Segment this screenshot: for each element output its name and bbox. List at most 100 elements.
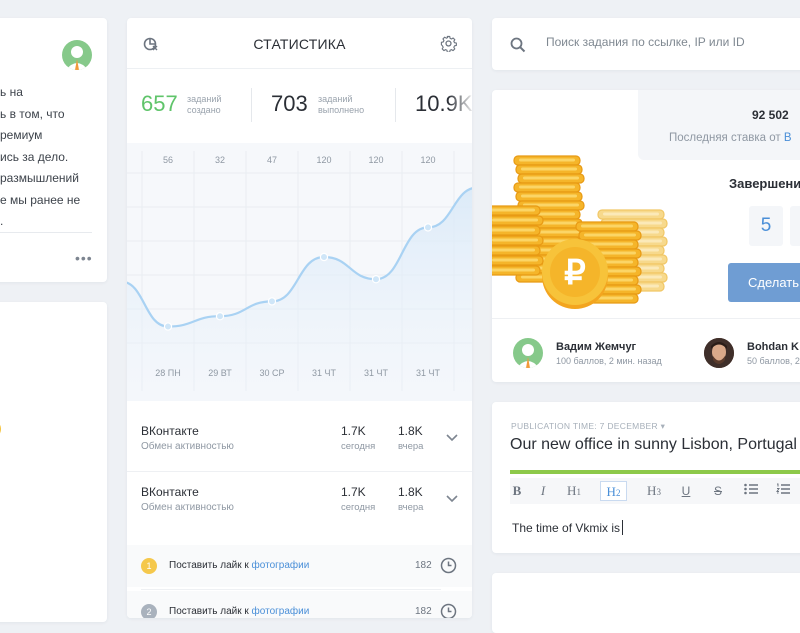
- publication-time-select[interactable]: PUBLICATION TIME: 7 DECEMBER ▾: [511, 421, 665, 432]
- coin-icon: [492, 235, 544, 246]
- strike-button[interactable]: S: [710, 481, 726, 501]
- search-input[interactable]: [546, 35, 796, 49]
- coin-icon: [513, 182, 581, 193]
- last-bid-prefix: Последняя ставка от: [669, 132, 784, 144]
- bidder-meta: 50 баллов, 2 мин. назад: [747, 356, 800, 366]
- task-count: 182: [415, 560, 432, 571]
- divider: [127, 471, 472, 472]
- chart-top-label: 47: [267, 155, 277, 165]
- h3-button[interactable]: H3: [642, 481, 666, 501]
- make-bid-button[interactable]: Сделать: [728, 263, 800, 302]
- task-link[interactable]: фотографии: [252, 606, 310, 617]
- chart-top-label: 120: [316, 155, 331, 165]
- editor-body[interactable]: The time of Vkmix is: [512, 520, 624, 535]
- stats-header: СТАТИСТИКА: [127, 18, 472, 69]
- editor-toolbar: B I H1 H2 H3 U S: [510, 478, 800, 504]
- kpi-value: 10.9K: [415, 91, 472, 116]
- italic-button[interactable]: I: [536, 481, 550, 501]
- coin-icon: [492, 265, 541, 276]
- statistics-card: СТАТИСТИКА 657 заданий создано 703 задан…: [127, 18, 472, 618]
- chart-x-tick-label: 30 СР: [259, 368, 284, 378]
- coin-icon: [492, 255, 544, 266]
- yesterday-value: 1.8K: [398, 424, 423, 438]
- post-title[interactable]: Our new office in sunny Lisbon, Portugal: [510, 436, 797, 454]
- clock-icon[interactable]: [440, 557, 457, 579]
- post-editor-card: PUBLICATION TIME: 7 DECEMBER ▾ Our new o…: [492, 402, 800, 553]
- message-line: ись за дело.: [0, 149, 69, 164]
- chart-point[interactable]: [319, 252, 329, 262]
- gear-icon[interactable]: [440, 35, 457, 57]
- coin-icon: [492, 215, 544, 226]
- avatar[interactable]: [704, 338, 734, 368]
- yesterday-label: вчера: [398, 502, 424, 513]
- countdown-digit: 5: [749, 206, 783, 246]
- chart-top-label: 120: [368, 155, 383, 165]
- yesterday-label: вчера: [398, 441, 424, 452]
- chart-top-label: 56: [163, 155, 173, 165]
- task-label: Поставить лайк к: [169, 606, 252, 617]
- divider: [251, 88, 252, 122]
- left-lower-card: [0, 302, 107, 622]
- underline-button[interactable]: U: [678, 481, 694, 501]
- numbered-list-icon[interactable]: [774, 481, 792, 501]
- kpi-label-line: заданий: [318, 94, 353, 104]
- kpi-label: заданий выполнено: [318, 94, 364, 116]
- chart-point[interactable]: [267, 297, 277, 306]
- task-number-badge: 1: [141, 558, 157, 574]
- message-line: ь на: [0, 85, 23, 99]
- network-sub: Обмен активностью: [141, 502, 234, 513]
- chart-point[interactable]: [371, 274, 381, 284]
- h1-button[interactable]: H1: [562, 481, 586, 501]
- task-text: Поставить лайк к фотографии: [169, 606, 309, 617]
- bidder-name: Bohdan K: [747, 341, 799, 353]
- last-bidder-link[interactable]: В: [784, 132, 792, 144]
- kpi-value: 703: [271, 91, 308, 116]
- coin-icon: [513, 155, 581, 166]
- search-icon[interactable]: [510, 37, 526, 58]
- divider: [492, 318, 800, 319]
- network-name: ВКонтакте: [141, 424, 199, 438]
- page-title: СТАТИСТИКА: [253, 36, 346, 52]
- chevron-down-icon[interactable]: [445, 430, 459, 448]
- avatar[interactable]: [513, 338, 543, 368]
- today-label: сегодня: [341, 441, 376, 452]
- divider: [0, 232, 92, 233]
- kpi-created: 657 заданий создано: [141, 90, 251, 126]
- kpi-label-line: заданий: [187, 94, 222, 104]
- kpi-label: заданий создано: [187, 94, 221, 116]
- network-name: ВКонтакте: [141, 485, 199, 499]
- search-bar: [492, 18, 800, 70]
- today-label: сегодня: [341, 502, 376, 513]
- avatar[interactable]: [62, 40, 92, 70]
- message-line: ремиум: [0, 128, 43, 142]
- task-item[interactable]: 2 Поставить лайк к фотографии 182: [127, 591, 472, 618]
- bold-button[interactable]: B: [510, 481, 524, 501]
- last-bid-text: Последняя ставка от В: [669, 132, 792, 144]
- message-line: е мы ранее не: [0, 192, 81, 207]
- chart-x-tick-label: 31 ЧТ: [312, 368, 337, 378]
- message-line: размышлений: [0, 171, 79, 185]
- h2-button[interactable]: H2: [600, 481, 627, 501]
- coin-icon: [597, 209, 665, 220]
- task-number-badge: 2: [141, 604, 157, 618]
- chart-x-tick-label: 31 ЧТ: [364, 368, 389, 378]
- chart-point[interactable]: [163, 322, 173, 331]
- bullet-list-icon[interactable]: [742, 481, 760, 501]
- kpi-label-line: выполнено: [318, 105, 365, 115]
- chevron-down-icon[interactable]: [445, 491, 459, 509]
- coin-icon: [515, 191, 583, 202]
- user-photo-icon: [704, 338, 734, 368]
- activity-chart: 56 32 47 120 120 120 28 ПН 29 ВТ 30 СР 31 ЧТ 31 ЧТ…: [127, 143, 472, 401]
- list-item[interactable]: ВКонтакте Обмен активностью 1.7K сегодня…: [127, 474, 472, 532]
- task-label: Поставить лайк к: [169, 560, 252, 571]
- h3-button-sub: 3: [656, 487, 661, 497]
- clock-icon[interactable]: [440, 603, 457, 618]
- list-item[interactable]: ВКонтакте Обмен активностью 1.7K сегодня…: [127, 413, 472, 471]
- kpi-value: 657: [141, 91, 178, 116]
- task-item[interactable]: 1 Поставить лайк к фотографии 182: [127, 545, 472, 587]
- chart-x-tick-label: 29 ВТ: [208, 368, 232, 378]
- more-options-icon[interactable]: •••: [75, 250, 93, 266]
- task-link[interactable]: фотографии: [252, 560, 310, 571]
- chart-point[interactable]: [215, 311, 225, 321]
- chart-point[interactable]: [423, 223, 433, 232]
